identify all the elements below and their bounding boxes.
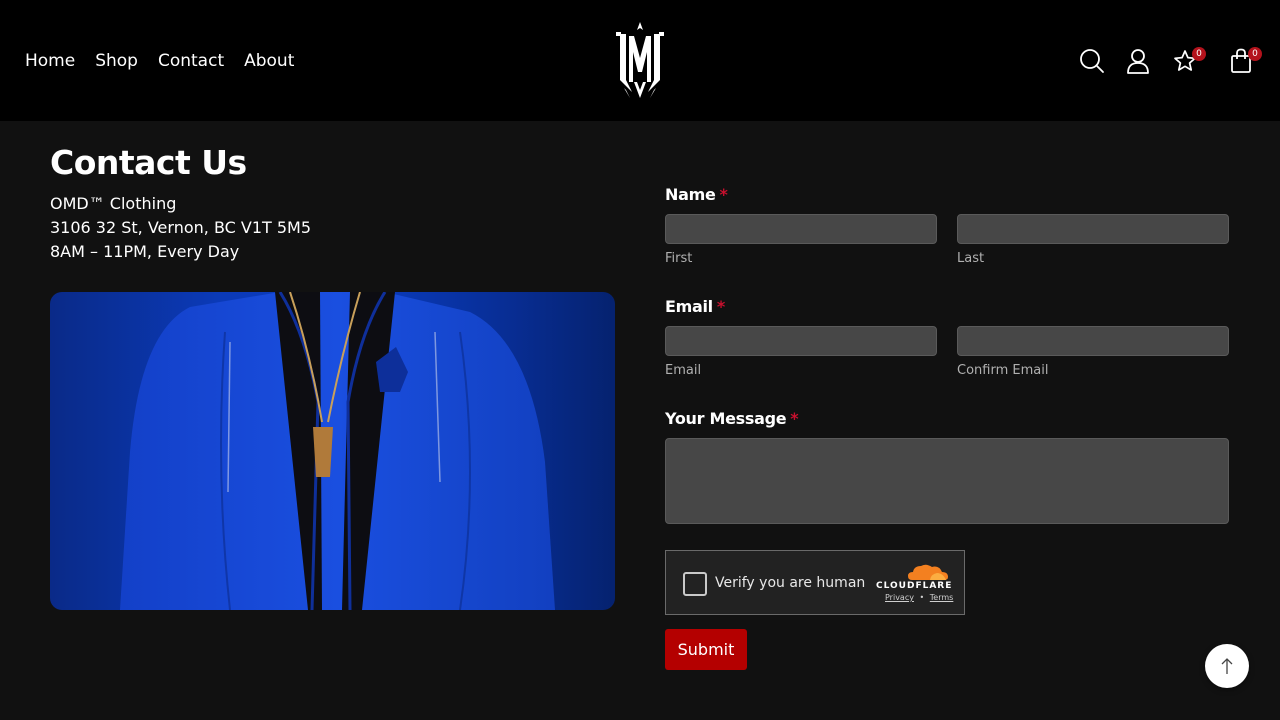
message-field[interactable]: [665, 438, 1229, 524]
required-marker: *: [790, 409, 799, 428]
required-marker: *: [716, 297, 725, 316]
last-name-field[interactable]: [957, 214, 1229, 244]
message-textarea[interactable]: [666, 439, 1228, 523]
cloudflare-cloud-icon: [908, 564, 948, 580]
last-name-sublabel: Last: [957, 251, 985, 266]
site-header: Home Shop Contact About 0 0: [0, 0, 1280, 121]
email-sublabel: Email: [665, 363, 702, 378]
cart-button[interactable]: 0: [1225, 44, 1262, 78]
captcha-privacy-link[interactable]: Privacy: [885, 593, 914, 602]
business-address: 3106 32 St, Vernon, BC V1T 5M5: [50, 218, 312, 237]
nav-home[interactable]: Home: [25, 50, 75, 72]
hoodie-photo-illustration: [120, 292, 555, 610]
first-name-input[interactable]: [666, 215, 936, 243]
nav-contact[interactable]: Contact: [158, 50, 224, 72]
account-button[interactable]: [1122, 44, 1154, 78]
header-actions: 0 0: [1076, 44, 1266, 78]
captcha-link-separator: •: [919, 593, 925, 602]
search-icon: [1080, 49, 1104, 73]
search-button[interactable]: [1076, 44, 1108, 78]
scroll-to-top-button[interactable]: [1205, 644, 1249, 688]
confirm-email-sublabel: Confirm Email: [957, 363, 1049, 378]
contact-info: OMD™ Clothing 3106 32 St, Vernon, BC V1T…: [50, 192, 311, 264]
captcha-checkbox[interactable]: [683, 572, 707, 596]
nav-about[interactable]: About: [244, 50, 294, 72]
business-hours: 8AM – 11PM, Every Day: [50, 242, 240, 261]
first-name-sublabel: First: [665, 251, 693, 266]
confirm-email-input[interactable]: [958, 327, 1228, 355]
user-icon: [1127, 49, 1149, 74]
cloudflare-captcha: Verify you are human CLOUDFLARE Privacy …: [665, 550, 965, 615]
email-label: Email *: [665, 297, 725, 316]
hero-photo: [50, 292, 615, 610]
captcha-terms-link[interactable]: Terms: [930, 593, 954, 602]
name-label: Name *: [665, 185, 728, 204]
captcha-links: Privacy • Terms: [885, 593, 953, 602]
page-title: Contact Us: [50, 143, 247, 182]
arrow-up-icon: [1221, 658, 1233, 674]
email-field[interactable]: [665, 326, 937, 356]
required-marker: *: [719, 185, 728, 204]
wishlist-count-badge: 0: [1192, 47, 1206, 61]
first-name-field[interactable]: [665, 214, 937, 244]
message-label: Your Message *: [665, 409, 799, 428]
captcha-text: Verify you are human: [715, 575, 866, 591]
last-name-input[interactable]: [958, 215, 1228, 243]
cloudflare-brand: CLOUDFLARE: [876, 581, 953, 591]
cart-count-badge: 0: [1248, 47, 1262, 61]
business-name: OMD™ Clothing: [50, 194, 177, 213]
email-input[interactable]: [666, 327, 936, 355]
logo-mark-icon: [616, 22, 664, 98]
wishlist-button[interactable]: 0: [1169, 44, 1206, 78]
site-logo[interactable]: [612, 20, 668, 100]
submit-button[interactable]: Submit: [665, 629, 747, 670]
main-nav: Home Shop Contact About: [25, 50, 294, 72]
nav-shop[interactable]: Shop: [95, 50, 138, 72]
confirm-email-field[interactable]: [957, 326, 1229, 356]
